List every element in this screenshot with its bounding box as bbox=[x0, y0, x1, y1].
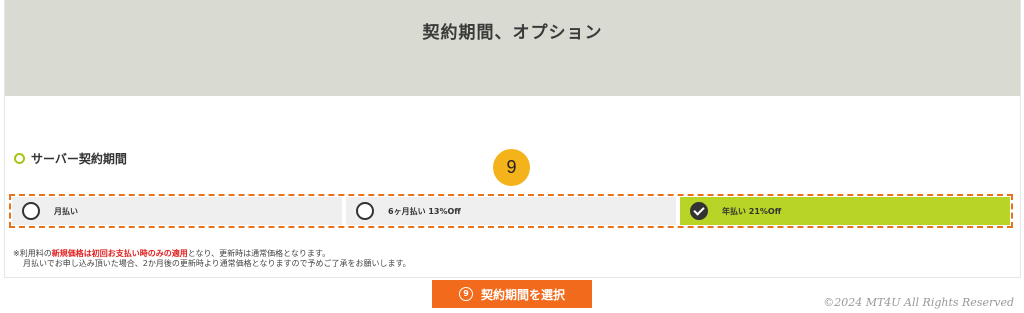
section-title: サーバー契約期間 bbox=[31, 152, 127, 166]
panel-header: 契約期間、オプション bbox=[5, 0, 1020, 96]
note-highlight: 新規価格は初回お支払い時のみの適用 bbox=[51, 249, 188, 258]
contract-period-options: 月払い 6ヶ月払い 13%Off 年払い 21%Off bbox=[9, 194, 1013, 228]
note-prefix: ※利用料の bbox=[13, 249, 52, 258]
step-number-icon: 9 bbox=[458, 287, 473, 301]
option-label: 年払い 21%Off bbox=[722, 206, 782, 216]
note-line-2: 月払いでお申し込み頂いた場合、2か月後の更新時より通常価格となりますので予めご了… bbox=[23, 259, 411, 268]
select-contract-period-button[interactable]: 9 契約期間を選択 bbox=[432, 280, 592, 308]
option-label: 6ヶ月払い 13%Off bbox=[388, 206, 461, 216]
note-suffix: となり、更新時は通常価格となります。 bbox=[187, 249, 331, 258]
pricing-notes: ※利用料の新規価格は初回お支払い時のみの適用となり、更新時は通常価格となります。… bbox=[13, 249, 411, 269]
option-label: 月払い bbox=[54, 206, 78, 216]
radio-checked-icon[interactable] bbox=[690, 202, 708, 220]
option-monthly[interactable]: 月払い bbox=[12, 197, 342, 225]
section-heading: サーバー契約期間 bbox=[14, 150, 127, 167]
radio-unchecked-icon[interactable] bbox=[22, 202, 40, 220]
step-number-badge: 9 bbox=[493, 149, 530, 186]
page-title: 契約期間、オプション bbox=[422, 23, 603, 43]
copyright-notice: ©2024 MT4U All Rights Reserved bbox=[823, 296, 1014, 309]
note-line-1: ※利用料の新規価格は初回お支払い時のみの適用となり、更新時は通常価格となります。 bbox=[13, 249, 411, 259]
option-six-months[interactable]: 6ヶ月払い 13%Off bbox=[346, 197, 676, 225]
ring-bullet-icon bbox=[14, 153, 25, 164]
contract-panel: 契約期間、オプション サーバー契約期間 bbox=[4, 0, 1021, 278]
option-yearly[interactable]: 年払い 21%Off bbox=[680, 197, 1010, 225]
radio-unchecked-icon[interactable] bbox=[356, 202, 374, 220]
button-label: 契約期間を選択 bbox=[480, 287, 565, 302]
